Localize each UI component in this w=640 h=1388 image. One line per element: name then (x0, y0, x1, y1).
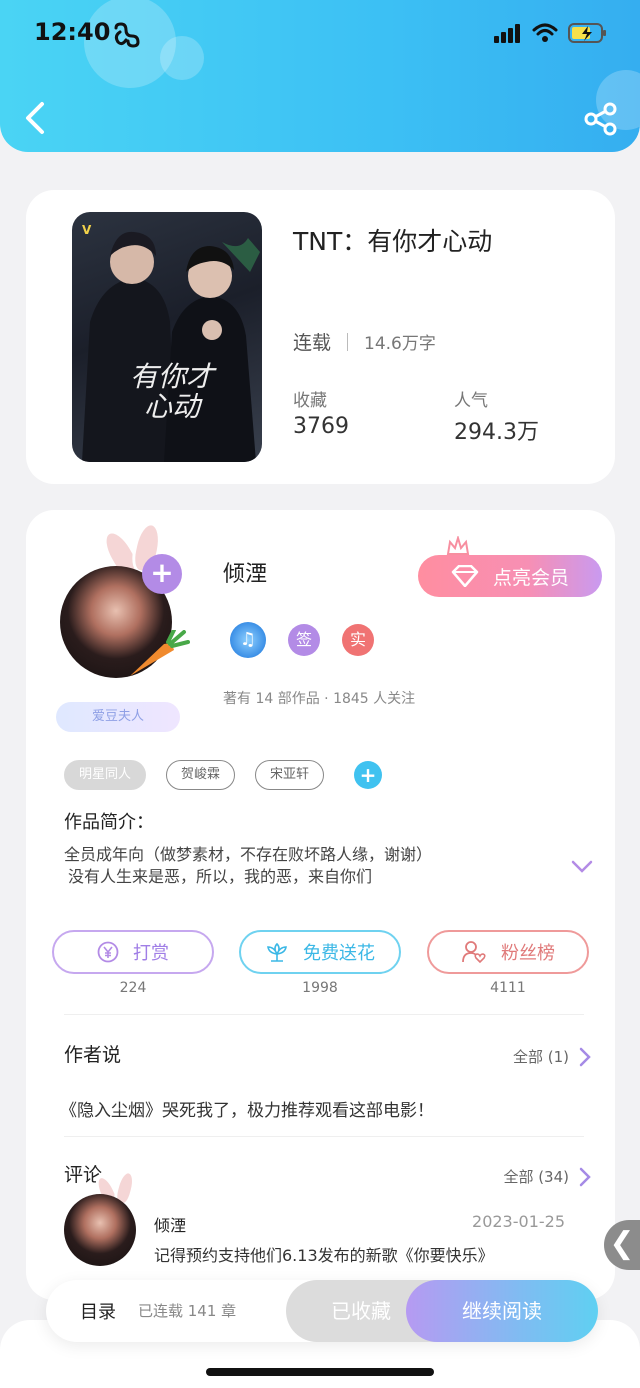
author-card: + 爱豆夫人 倾湮 点亮会员 ♫ 签 实 著有 14 部作品 · 1845 人关… (26, 510, 615, 1300)
popularity-label: 人气 (454, 391, 488, 411)
toc-button[interactable]: 目录 (80, 1298, 116, 1324)
book-info-card: 有你才 心动 V TNT：有你才心动 连载 14.6万字 收藏 3769 人气 … (26, 190, 615, 484)
author-stats: 著有 14 部作品 · 1845 人关注 (223, 691, 416, 707)
send-flower-label: 免费送花 (303, 943, 375, 964)
reward-label: 打赏 (133, 943, 169, 964)
divider (64, 1014, 584, 1015)
comment-author: 倾湮 (154, 1216, 187, 1235)
comment-avatar[interactable] (64, 1194, 136, 1266)
signal-icon (494, 24, 520, 43)
author-say-more-label: 全部 (1) (512, 1048, 569, 1066)
user-heart-icon (462, 941, 486, 964)
status-icons (494, 22, 608, 44)
carrot-icon (130, 630, 190, 676)
author-badges: ♫ 签 实 (230, 622, 374, 658)
svg-text:心动: 心动 (144, 390, 203, 423)
wifi-icon (532, 23, 558, 42)
back-icon[interactable] (20, 100, 50, 136)
book-title: TNT：有你才心动 (293, 227, 493, 256)
comments-more-label: 全部 (34) (503, 1168, 569, 1186)
yen-icon (97, 941, 119, 963)
divider (347, 332, 349, 351)
fan-title-badge: 爱豆夫人 (56, 702, 180, 732)
fan-count: 4111 (490, 980, 526, 996)
decor-bubble (160, 36, 204, 80)
flower-count: 1998 (302, 980, 338, 996)
author-say-more[interactable]: 全部 (1) (513, 1046, 591, 1067)
intro-line: 全员成年向（做梦素材，不存在败坏路人缘，谢谢） (64, 845, 433, 864)
author-say-title: 作者说 (64, 1044, 122, 1066)
vip-button[interactable]: 点亮会员 (418, 555, 602, 597)
comment-text: 记得预约支持他们6.13发布的新歌《你要快乐》 (154, 1246, 494, 1265)
tag-item[interactable]: 明星同人 (64, 760, 147, 790)
battery-icon (568, 23, 606, 43)
follow-button[interactable]: + (142, 554, 182, 594)
favorites-label: 收藏 (293, 391, 327, 411)
book-status-row: 连载 14.6万字 (293, 328, 436, 355)
intro-title: 作品简介： (64, 812, 154, 833)
send-flower-button[interactable]: 免费送花 (239, 930, 401, 974)
chevron-right-icon (579, 1167, 591, 1186)
comment-date: 2023-01-25 (472, 1212, 565, 1231)
app-logo-icon (114, 22, 140, 48)
flower-icon (267, 942, 287, 962)
vip-button-label: 点亮会员 (492, 566, 569, 589)
fan-rank-button[interactable]: 粉丝榜 (427, 930, 589, 974)
intro-line: 没有人生来是恶，所以，我的恶，来自你们 (68, 867, 373, 886)
status-time: 12:40 (34, 18, 111, 46)
tag-item[interactable]: 贺峻霖 (166, 760, 236, 790)
tag-item[interactable]: 宋亚轩 (255, 760, 325, 790)
comments-more[interactable]: 全部 (34) (503, 1166, 591, 1187)
svg-text:V: V (82, 223, 92, 237)
chevron-down-icon[interactable] (571, 860, 593, 874)
reward-count: 224 (119, 980, 147, 996)
intro-text: 全员成年向（做梦素材，不存在败坏路人缘，谢谢） 没有人生来是恶，所以，我的恶，来… (64, 844, 432, 888)
bottom-action-bar: 目录 已连载 141 章 已收藏 继续阅读 (46, 1280, 598, 1342)
author-name: 倾湮 (223, 562, 268, 587)
cover-title-text: 有你才 (130, 360, 217, 393)
home-indicator (206, 1368, 434, 1376)
crown-icon (446, 536, 470, 555)
popularity-value: 294.3万 (454, 420, 539, 445)
chevron-right-icon (579, 1047, 591, 1066)
chapter-count: 已连载 141 章 (138, 1302, 237, 1320)
divider (64, 1136, 584, 1137)
book-status: 连载 (293, 332, 332, 354)
continue-reading-button[interactable]: 继续阅读 (406, 1280, 598, 1342)
book-cover-image[interactable]: 有你才 心动 V (72, 212, 262, 462)
favorites-value: 3769 (293, 414, 349, 439)
signed-badge: 签 (288, 624, 320, 656)
author-say-text: 《隐入尘烟》哭死我了，极力推荐观看这部电影！ (60, 1101, 434, 1121)
music-badge-icon: ♫ (230, 622, 266, 658)
verified-badge: 实 (342, 624, 374, 656)
tag-list: 明星同人 贺峻霖 宋亚轩 + (64, 760, 383, 790)
reward-button[interactable]: 打赏 (52, 930, 214, 974)
book-word-count: 14.6万字 (364, 334, 436, 354)
cover-artwork: 有你才 心动 V (82, 223, 260, 462)
diamond-icon (451, 565, 479, 587)
share-icon[interactable] (584, 102, 618, 136)
add-tag-button[interactable]: + (354, 761, 383, 789)
fan-rank-label: 粉丝榜 (501, 943, 555, 964)
header-bar: 12:40 (0, 0, 640, 152)
